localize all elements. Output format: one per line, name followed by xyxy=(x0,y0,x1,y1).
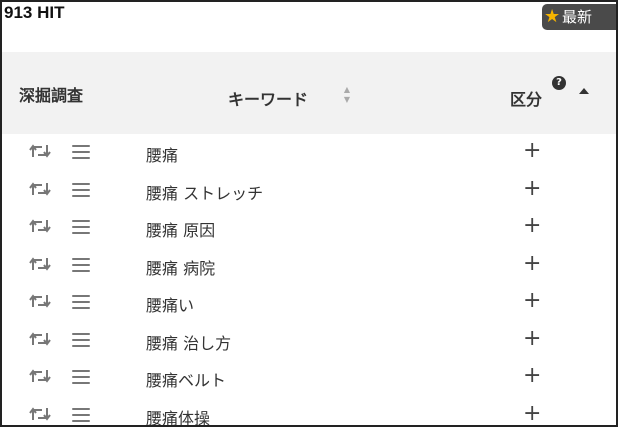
table-row: 腰痛 ストレッチ + xyxy=(2,172,616,210)
results-topbar: 913 HIT ★ 最新 xyxy=(2,2,616,52)
latest-button-label: 最新 xyxy=(562,8,593,26)
keyword-text[interactable]: 腰痛ベルト xyxy=(146,367,226,391)
retweet-icon[interactable] xyxy=(28,367,52,385)
keyword-text[interactable]: 腰痛 xyxy=(146,142,178,166)
plus-icon[interactable]: + xyxy=(523,400,541,426)
retweet-icon[interactable] xyxy=(28,255,52,273)
hit-count: 913 HIT xyxy=(4,3,65,22)
menu-icon[interactable] xyxy=(72,370,90,384)
keyword-text[interactable]: 腰痛 原因 xyxy=(146,217,215,241)
sort-icon[interactable]: ▲ ▼ xyxy=(341,85,353,107)
retweet-icon[interactable] xyxy=(28,405,52,423)
column-header-deep-research: 深掘調査 xyxy=(19,86,84,105)
column-header-keyword[interactable]: キーワード ▲ ▼ xyxy=(228,85,350,110)
retweet-icon[interactable] xyxy=(28,180,52,198)
help-icon[interactable]: ? xyxy=(552,76,566,90)
table-row: 腰痛い + xyxy=(2,284,616,322)
table-row: 腰痛 原因 + xyxy=(2,209,616,247)
menu-icon[interactable] xyxy=(72,407,90,422)
retweet-icon[interactable] xyxy=(28,330,52,348)
table-header: 深掘調査 キーワード ▲ ▼ 区分 ? xyxy=(2,52,616,134)
plus-icon[interactable]: + xyxy=(523,325,541,353)
column-header-keyword-label: キーワード xyxy=(228,90,309,109)
plus-icon[interactable]: + xyxy=(523,362,541,390)
keyword-results-panel: 913 HIT ★ 最新 深掘調査 キーワード ▲ ▼ 区分 ? 腰痛 + 腰痛… xyxy=(0,0,618,427)
plus-icon[interactable]: + xyxy=(523,250,541,278)
plus-icon[interactable]: + xyxy=(523,175,541,203)
keyword-text[interactable]: 腰痛 ストレッチ xyxy=(146,180,263,204)
table-row: 腰痛 病院 + xyxy=(2,247,616,285)
table-row: 腰痛ベルト + xyxy=(2,359,616,397)
keyword-text[interactable]: 腰痛体操 xyxy=(146,405,210,426)
latest-button[interactable]: ★ 最新 xyxy=(542,4,616,30)
plus-icon[interactable]: + xyxy=(523,212,541,240)
column-header-category[interactable]: 区分 xyxy=(510,86,542,110)
menu-icon[interactable] xyxy=(72,295,90,309)
keyword-text[interactable]: 腰痛 治し方 xyxy=(146,330,231,354)
table-row: 腰痛体操 + xyxy=(2,397,616,426)
menu-icon[interactable] xyxy=(72,145,90,159)
plus-icon[interactable]: + xyxy=(523,287,541,315)
menu-icon[interactable] xyxy=(72,332,90,347)
plus-icon[interactable]: + xyxy=(523,137,541,165)
keyword-list: 腰痛 + 腰痛 ストレッチ + 腰痛 原因 + 腰痛 病院 + 腰痛い + 腰痛… xyxy=(2,134,616,426)
menu-icon[interactable] xyxy=(72,220,90,234)
caret-up-icon[interactable] xyxy=(579,88,589,94)
star-icon: ★ xyxy=(544,6,561,27)
table-row: 腰痛 治し方 + xyxy=(2,322,616,360)
table-row: 腰痛 + xyxy=(2,134,616,172)
menu-icon[interactable] xyxy=(72,257,90,272)
retweet-icon[interactable] xyxy=(28,292,52,310)
keyword-text[interactable]: 腰痛 病院 xyxy=(146,255,215,279)
retweet-icon[interactable] xyxy=(28,142,52,160)
keyword-text[interactable]: 腰痛い xyxy=(146,292,194,316)
retweet-icon[interactable] xyxy=(28,217,52,235)
menu-icon[interactable] xyxy=(72,182,90,197)
